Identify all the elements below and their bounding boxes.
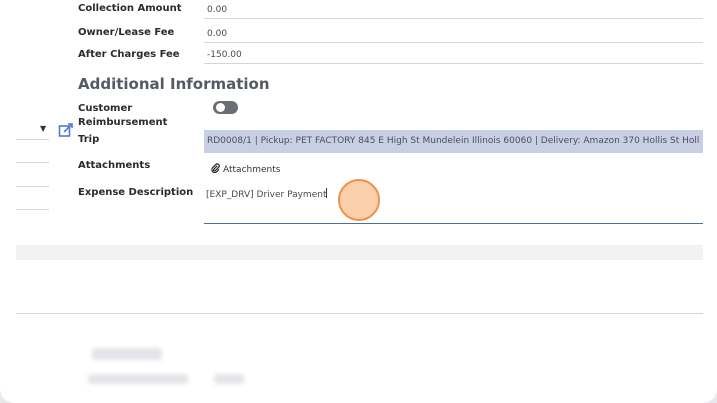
left-row-divider xyxy=(16,139,49,140)
owner-lease-fee-underline xyxy=(204,42,703,43)
owner-lease-fee-label: Owner/Lease Fee xyxy=(78,27,175,38)
owner-lease-fee-value[interactable]: 0.00 xyxy=(207,29,227,39)
click-indicator xyxy=(338,179,380,221)
trip-field[interactable]: RD0008/1 | Pickup: PET FACTORY 845 E Hig… xyxy=(204,130,703,153)
text-caret xyxy=(326,188,328,198)
section-title: Additional Information xyxy=(78,75,270,93)
toggle-knob xyxy=(216,103,225,112)
chevron-down-icon[interactable]: ▼ xyxy=(40,124,46,133)
expense-description-input[interactable]: [EXP_DRV] Driver Payment xyxy=(204,184,703,224)
attachments-button-label: Attachments xyxy=(223,164,281,175)
left-row-divider xyxy=(16,162,49,163)
expense-description-text: [EXP_DRV] Driver Payment xyxy=(206,190,327,200)
after-charges-fee-label: After Charges Fee xyxy=(78,49,180,60)
section-divider xyxy=(16,313,703,314)
collection-amount-value[interactable]: 0.00 xyxy=(207,5,227,15)
left-row-divider xyxy=(16,209,49,210)
paperclip-icon xyxy=(211,163,220,176)
attachments-button[interactable]: Attachments xyxy=(211,163,280,176)
external-edit-icon[interactable] xyxy=(58,122,74,142)
attachments-label: Attachments xyxy=(78,160,151,171)
customer-reimbursement-toggle[interactable] xyxy=(213,101,238,114)
customer-reimbursement-label: Customer Reimbursement xyxy=(78,103,168,128)
collection-amount-underline xyxy=(204,18,703,19)
grey-separator-band xyxy=(16,245,703,260)
blurred-content xyxy=(92,348,162,360)
expense-description-label: Expense Description xyxy=(78,187,194,198)
blurred-content xyxy=(214,374,244,384)
form-view: Collection Amount 0.00 Owner/Lease Fee 0… xyxy=(0,0,717,403)
blurred-content xyxy=(88,374,188,384)
after-charges-fee-value[interactable]: -150.00 xyxy=(207,50,242,60)
left-row-divider xyxy=(16,186,49,187)
trip-label: Trip xyxy=(78,134,100,145)
after-charges-fee-underline xyxy=(204,63,703,64)
collection-amount-label: Collection Amount xyxy=(78,3,182,14)
